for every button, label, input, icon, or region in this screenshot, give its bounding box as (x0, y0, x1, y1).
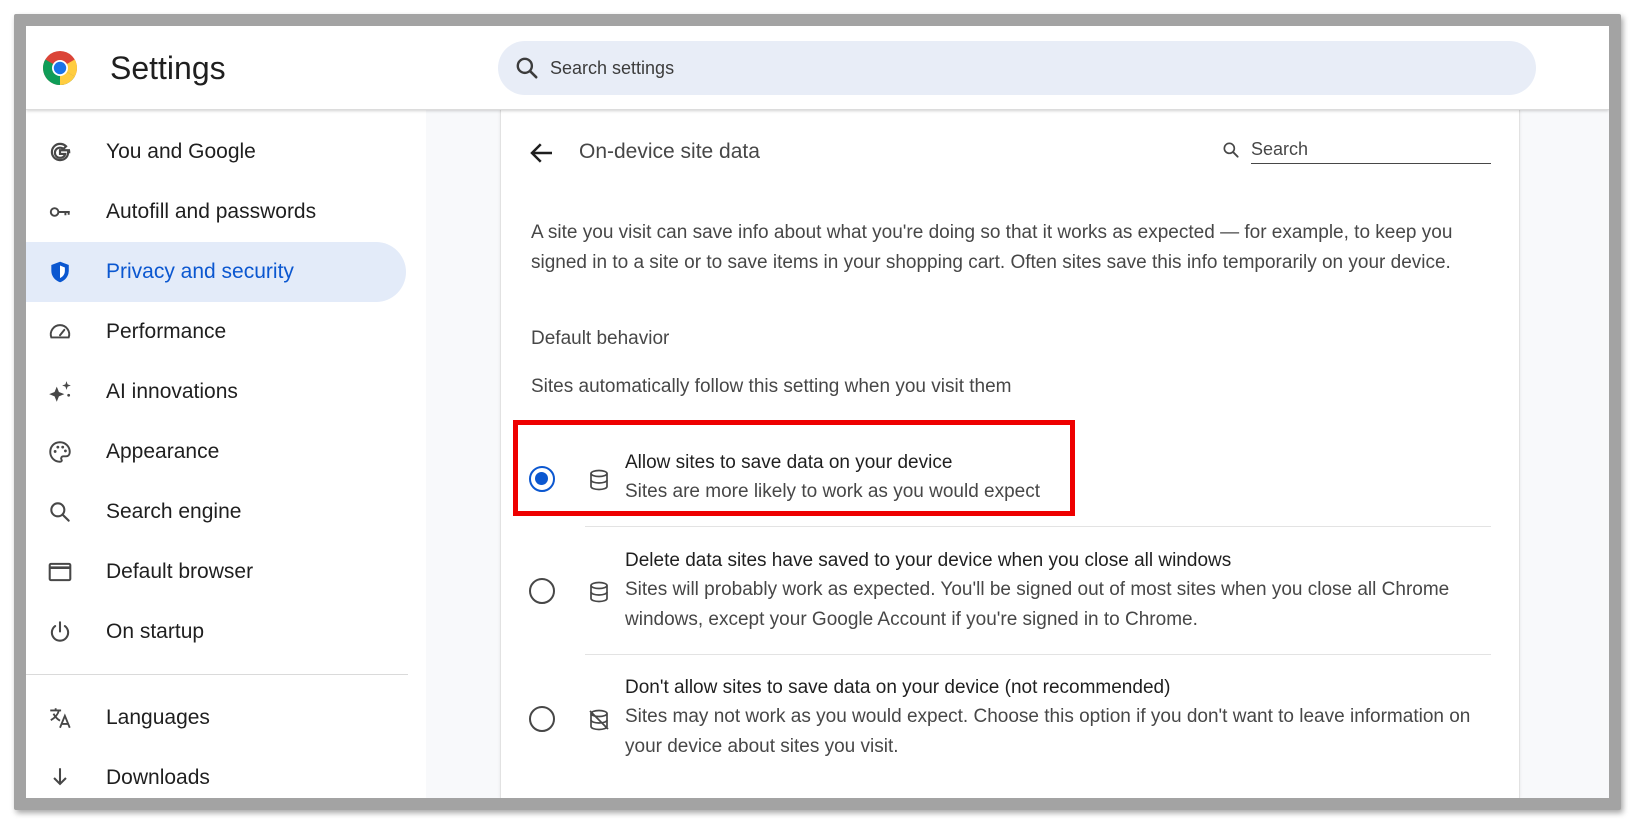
page-description: A site you visit can save info about wha… (531, 222, 1453, 273)
settings-search-bar[interactable] (498, 41, 1536, 95)
section-title: Default behavior (531, 328, 670, 349)
sidebar-item-autofill[interactable]: Autofill and passwords (26, 182, 406, 242)
sidebar-item-label: Search engine (106, 500, 242, 523)
sidebar-item-label: You and Google (106, 140, 256, 163)
page-search-input[interactable] (1251, 136, 1491, 164)
sparkle-icon (46, 378, 74, 406)
download-icon (46, 764, 74, 792)
database-icon (587, 580, 611, 604)
sidebar-item-you-and-google[interactable]: You and Google (26, 122, 406, 182)
page-search[interactable] (1221, 136, 1491, 166)
search-icon (46, 498, 74, 526)
radio-block[interactable] (529, 706, 555, 732)
sidebar-item-label: Performance (106, 320, 227, 343)
page-title: On-device site data (579, 140, 760, 163)
settings-header: Settings (26, 26, 1609, 110)
sidebar-item-label: Default browser (106, 560, 254, 583)
key-icon (46, 198, 74, 226)
sidebar-item-downloads[interactable]: Downloads (26, 748, 406, 798)
sidebar-item-label: Appearance (106, 440, 220, 463)
section-subtitle: Sites automatically follow this setting … (531, 376, 1012, 397)
sidebar-item-label: Languages (106, 706, 210, 729)
shield-icon (46, 258, 74, 286)
option-label: Allow sites to save data on your device (625, 452, 953, 473)
option-description: Sites will probably work as expected. Yo… (625, 579, 1450, 630)
option-label: Delete data sites have saved to your dev… (625, 550, 1232, 571)
sidebar-item-on-startup[interactable]: On startup (26, 602, 406, 662)
sidebar-item-label: Autofill and passwords (106, 200, 317, 223)
sidebar-item-label: Privacy and security (106, 260, 294, 283)
sidebar-item-performance[interactable]: Performance (26, 302, 406, 362)
speedometer-icon (46, 318, 74, 346)
radio-allow[interactable] (529, 466, 555, 492)
back-arrow-icon[interactable] (527, 138, 557, 168)
power-icon (46, 618, 74, 646)
option-divider (585, 654, 1491, 655)
sidebar-item-ai-innovations[interactable]: AI innovations (26, 362, 406, 422)
sidebar-item-label: AI innovations (106, 380, 238, 403)
database-icon (587, 468, 611, 492)
option-description: Sites may not work as you would expect. … (625, 706, 1471, 757)
on-device-site-data-card: On-device site data A site you visit can… (500, 110, 1520, 798)
sidebar-item-label: Downloads (106, 766, 210, 789)
option-delete-on-close[interactable]: Delete data sites have saved to your dev… (501, 530, 1521, 654)
google-g-icon (46, 138, 74, 166)
sidebar-item-languages[interactable]: Languages (26, 688, 406, 748)
translate-icon (46, 704, 74, 732)
browser-window-icon (46, 558, 74, 586)
option-block[interactable]: Don't allow sites to save data on your d… (501, 658, 1521, 782)
palette-icon (46, 438, 74, 466)
option-allow[interactable]: Allow sites to save data on your device … (501, 430, 1521, 514)
settings-search-input[interactable] (550, 57, 1450, 79)
sidebar-item-privacy[interactable]: Privacy and security (26, 242, 406, 302)
chrome-logo-icon (43, 51, 77, 85)
sidebar-item-appearance[interactable]: Appearance (26, 422, 406, 482)
radio-delete-on-close[interactable] (529, 578, 555, 604)
sidebar-item-default-browser[interactable]: Default browser (26, 542, 406, 602)
search-icon (516, 57, 538, 79)
option-description: Sites are more likely to work as you wou… (625, 481, 1041, 502)
sidebar: You and Google Autofill and passwords Pr… (26, 110, 426, 798)
sidebar-divider (26, 674, 408, 675)
option-divider (585, 526, 1491, 527)
database-off-icon (587, 708, 611, 732)
sidebar-item-search-engine[interactable]: Search engine (26, 482, 406, 542)
app-title: Settings (110, 50, 226, 86)
option-label: Don't allow sites to save data on your d… (625, 677, 1171, 698)
settings-window: Settings You and Google Autofill and pas… (14, 14, 1621, 810)
search-icon (1223, 142, 1239, 158)
sidebar-item-label: On startup (106, 620, 205, 643)
